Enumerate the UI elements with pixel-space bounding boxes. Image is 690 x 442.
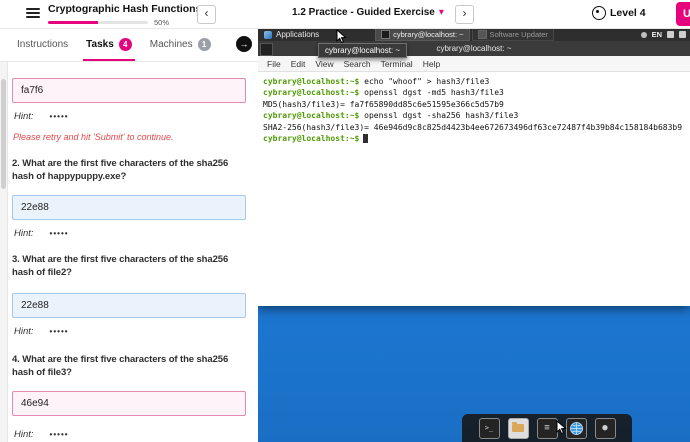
chevron-right-icon: › [463, 6, 467, 20]
hint-dots: ••••• [50, 327, 69, 336]
keyboard-layout-indicator[interactable]: EN [652, 30, 662, 39]
level-label: Level 4 [610, 7, 646, 19]
q3-question: 3. What are the first five characters of… [12, 254, 250, 280]
terminal-line: cybrary@localhost:~$ openssl dgst -md5 h… [263, 87, 685, 98]
q3-hint: Hint: ••••• [14, 326, 69, 337]
hamburger-menu-icon[interactable] [26, 8, 40, 19]
terminal-window: cybrary@localhost: ~ File Edit View Sear… [258, 41, 690, 306]
status-icon[interactable] [641, 32, 647, 38]
progress-fill [48, 21, 98, 24]
q4-hint: Hint: ••••• [14, 429, 69, 440]
tab-instructions[interactable]: Instructions [8, 28, 77, 61]
q4-answer-input[interactable] [12, 391, 246, 416]
q4-question: 4. What are the first five characters of… [12, 354, 250, 380]
terminal-line: MD5(hash3/file3)= fa7f65890dd85c6e51595e… [263, 99, 685, 110]
tasks-scrollbar-thumb[interactable] [1, 79, 6, 189]
vm-desktop: Applications cybrary@localhost: ~ Softwa… [258, 28, 690, 442]
vm-taskbar: Applications cybrary@localhost: ~ Softwa… [258, 28, 690, 41]
terminal-titlebar-icon [260, 43, 273, 56]
power-icon[interactable] [679, 31, 686, 38]
taskbar-tooltip: cybrary@localhost: ~ [318, 43, 407, 58]
hint-dots: ••••• [50, 112, 69, 121]
chevron-left-icon: ‹ [205, 6, 209, 20]
dock-browser-icon[interactable] [566, 418, 587, 439]
menu-terminal[interactable]: Terminal [381, 59, 413, 69]
q2-answer-input[interactable] [12, 195, 246, 220]
applications-menu[interactable]: Applications [258, 28, 325, 41]
dock-file-manager-icon[interactable] [508, 418, 529, 439]
terminal-output[interactable]: cybrary@localhost:~$ echo "whoof" > hash… [258, 72, 690, 148]
terminal-cursor [363, 134, 368, 143]
taskbar-window-terminal[interactable]: cybrary@localhost: ~ [375, 28, 469, 41]
globe-icon [570, 422, 583, 435]
progress-bar [48, 21, 148, 24]
taskbar-window-software-updater[interactable]: Software Updater [472, 28, 554, 41]
next-lesson-button[interactable]: › [455, 5, 474, 24]
q2-hint: Hint: ••••• [14, 228, 69, 239]
tasks-forward-button[interactable]: → [236, 36, 252, 52]
tab-machines-label: Machines [150, 39, 193, 50]
taskbar-window-terminal-label: cybrary@localhost: ~ [393, 30, 463, 39]
software-updater-icon [478, 30, 487, 39]
terminal-line: cybrary@localhost:~$ [263, 133, 685, 144]
folder-icon [512, 424, 524, 432]
prev-lesson-button[interactable]: ‹ [197, 5, 216, 24]
menu-file[interactable]: File [267, 59, 281, 69]
taskbar-window-updater-label: Software Updater [490, 30, 548, 39]
level-target-icon [592, 6, 606, 20]
applications-menu-icon [264, 31, 272, 39]
q2-question: 2. What are the first five characters of… [12, 158, 250, 184]
menu-help[interactable]: Help [423, 59, 440, 69]
terminal-line: cybrary@localhost:~$ echo "whoof" > hash… [263, 76, 685, 87]
terminal-window-icon [381, 30, 390, 39]
menu-search[interactable]: Search [344, 59, 371, 69]
volume-icon[interactable] [667, 31, 674, 38]
level-badge: Level 4 [592, 6, 646, 20]
menu-view[interactable]: View [315, 59, 333, 69]
tabs-bar: Instructions Tasks 4 Machines 1 [0, 28, 258, 62]
q1-answer-input[interactable] [12, 78, 246, 103]
dock-terminal-icon[interactable]: >_ [479, 418, 500, 439]
tab-instructions-label: Instructions [17, 39, 68, 50]
hint-dots: ••••• [50, 229, 69, 238]
dock-text-editor-icon[interactable]: ≡ [537, 418, 558, 439]
q3-answer-input[interactable] [12, 293, 246, 318]
course-title: Cryptographic Hash Functions [48, 3, 201, 15]
chevron-down-icon: ▾ [439, 8, 444, 18]
hint-label: Hint: [14, 326, 34, 337]
dock: >_ ≡ ● [462, 414, 632, 442]
system-tray: EN [641, 30, 690, 39]
terminal-title: cybrary@localhost: ~ [436, 44, 511, 53]
dock-settings-icon[interactable]: ● [595, 418, 616, 439]
tab-machines[interactable]: Machines 1 [141, 28, 220, 61]
tasks-count-badge: 4 [119, 38, 132, 51]
terminal-menubar: File Edit View Search Terminal Help [258, 56, 690, 72]
terminal-line: cybrary@localhost:~$ openssl dgst -sha25… [263, 110, 685, 121]
terminal-line: SHA2-256(hash3/file3)= 46e946d9c8c825d44… [263, 122, 685, 133]
upgrade-button[interactable]: U [676, 2, 690, 26]
hint-label: Hint: [14, 429, 34, 440]
arrow-right-icon: → [240, 39, 249, 49]
top-bar: Cryptographic Hash Functions 50% ‹ 1.2 P… [0, 0, 690, 29]
hint-label: Hint: [14, 111, 34, 122]
menu-edit[interactable]: Edit [291, 59, 306, 69]
lesson-title: 1.2 Practice - Guided Exercise [292, 7, 435, 18]
lesson-selector[interactable]: 1.2 Practice - Guided Exercise ▾ [292, 7, 444, 18]
q1-error-message: Please retry and hit 'Submit' to continu… [13, 132, 248, 142]
hint-dots: ••••• [50, 430, 69, 439]
machines-count-badge: 1 [198, 38, 211, 51]
progress-label: 50% [154, 18, 169, 27]
tab-tasks[interactable]: Tasks 4 [77, 28, 141, 61]
tab-tasks-label: Tasks [86, 39, 114, 50]
applications-menu-label: Applications [276, 30, 319, 39]
course-progress: 50% [48, 18, 169, 27]
tasks-scrollbar-track [0, 61, 8, 442]
screen: Cryptographic Hash Functions 50% ‹ 1.2 P… [0, 0, 690, 442]
q1-hint: Hint: ••••• [14, 111, 69, 122]
hint-label: Hint: [14, 228, 34, 239]
tasks-panel: Hint: ••••• Please retry and hit 'Submit… [8, 61, 258, 442]
